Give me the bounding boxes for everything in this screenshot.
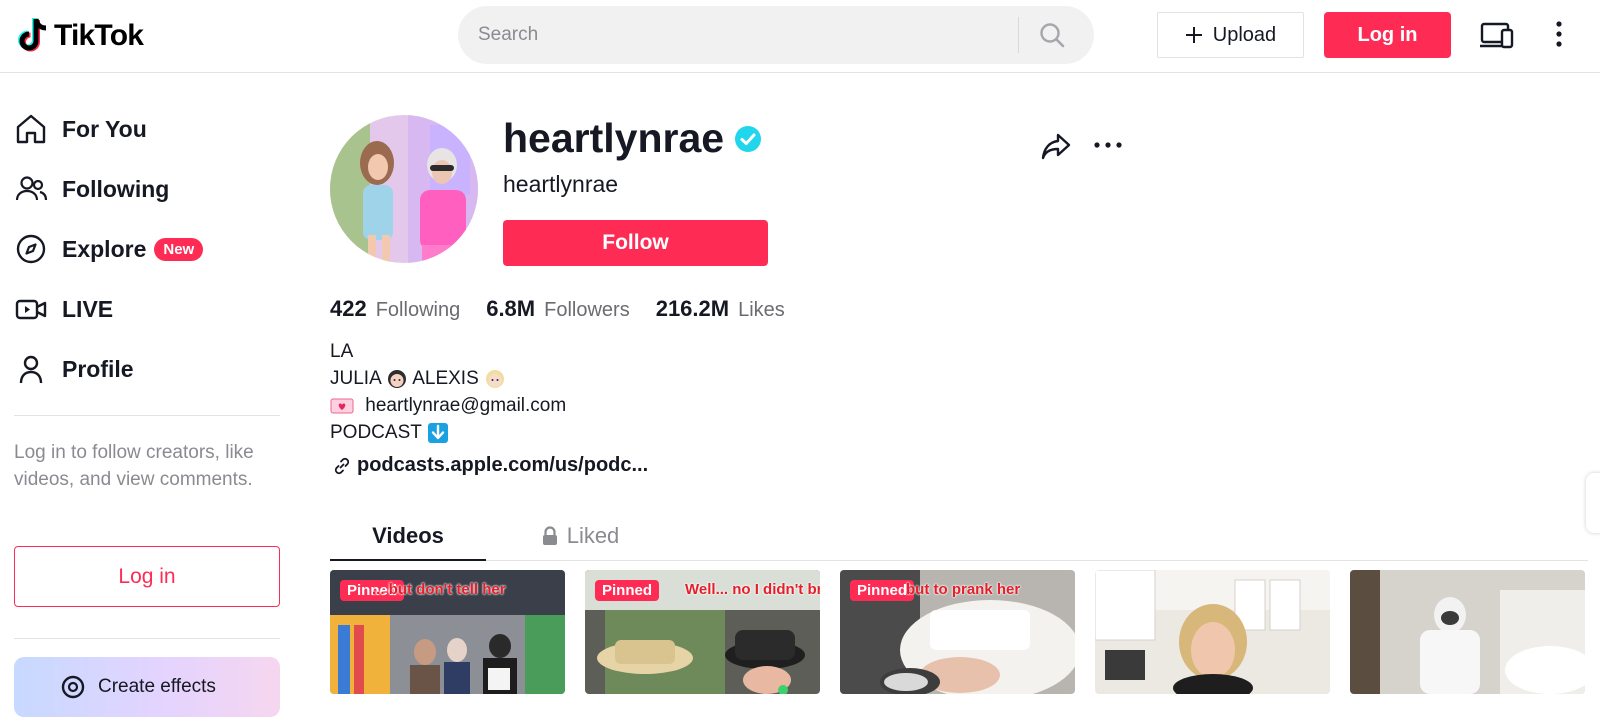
profile-subtitle: heartlynrae bbox=[503, 171, 619, 197]
search-bar bbox=[458, 6, 1094, 64]
sidebar-item-label: Profile bbox=[62, 355, 134, 382]
profile-stats: 422 Following 6.8M Followers 216.2M Like… bbox=[330, 296, 785, 322]
girl-emoji-icon bbox=[387, 369, 406, 388]
bio-line: LA bbox=[330, 341, 354, 362]
profile-link[interactable]: podcasts.apple.com/us/podc... bbox=[333, 454, 648, 477]
tab-label: Videos bbox=[372, 523, 444, 548]
video-thumbnail[interactable]: Pinned ... but don't tell her bbox=[330, 570, 565, 694]
get-app-icon[interactable] bbox=[1480, 20, 1514, 50]
plus-icon bbox=[1185, 27, 1202, 43]
bio-line: heartlynrae@gmail.com bbox=[330, 392, 566, 419]
stat-likes: 216.2M Likes bbox=[656, 296, 785, 322]
video-thumbnail[interactable] bbox=[1350, 570, 1585, 694]
stat-value: 6.8M bbox=[486, 296, 536, 321]
stat-following[interactable]: 422 Following bbox=[330, 296, 460, 322]
stat-label: Following bbox=[375, 299, 461, 321]
sidebar-item-label: Explore bbox=[62, 235, 147, 262]
header-login-button[interactable]: Log in bbox=[1324, 12, 1451, 58]
tiktok-logo[interactable]: TikTok bbox=[16, 16, 144, 56]
sidebar-item-for-you[interactable]: For You bbox=[14, 105, 147, 153]
verified-badge-icon bbox=[735, 125, 762, 152]
share-icon[interactable] bbox=[1040, 130, 1072, 162]
new-badge: New bbox=[154, 237, 204, 261]
bio-name-julia: JULIA bbox=[330, 368, 381, 389]
sidebar-login-button[interactable]: Log in bbox=[14, 546, 280, 607]
sidebar-divider bbox=[14, 638, 280, 639]
video-thumbnail[interactable]: Pinned but to prank her bbox=[840, 570, 1075, 694]
sidebar-item-live[interactable]: LIVE bbox=[14, 285, 113, 333]
love-letter-icon bbox=[330, 398, 354, 414]
create-effects-card[interactable]: Create effects bbox=[14, 657, 280, 717]
profile-username: heartlynrae bbox=[503, 115, 762, 162]
tab-videos[interactable]: Videos bbox=[330, 511, 486, 561]
search-icon bbox=[1040, 23, 1065, 48]
profile-avatar bbox=[330, 115, 478, 263]
live-video-icon bbox=[15, 299, 47, 320]
sidebar-item-label: Following bbox=[62, 175, 170, 202]
video-caption-overlay: Well... no I didn't bro bbox=[685, 581, 820, 598]
top-header: TikTok Upload Log in bbox=[0, 0, 1600, 73]
sidebar-item-profile[interactable]: Profile bbox=[14, 345, 134, 393]
stat-value: 216.2M bbox=[655, 296, 730, 321]
video-caption-overlay: but to prank her bbox=[906, 581, 1021, 598]
more-options-icon[interactable] bbox=[1555, 20, 1563, 48]
compass-icon bbox=[16, 234, 46, 264]
stat-value: 422 bbox=[330, 296, 367, 321]
search-input[interactable] bbox=[458, 6, 1018, 64]
person-icon bbox=[19, 355, 43, 384]
video-thumbnail[interactable]: Pinned Well... no I didn't bro bbox=[585, 570, 820, 694]
link-icon bbox=[334, 457, 350, 474]
effects-icon bbox=[61, 675, 85, 699]
bio-podcast: PODCAST bbox=[330, 422, 422, 443]
sidebar-item-label: For You bbox=[62, 115, 147, 142]
pinned-badge: Pinned bbox=[595, 580, 660, 601]
bio-email: heartlynrae@gmail.com bbox=[365, 395, 567, 416]
tab-liked[interactable]: Liked bbox=[510, 511, 650, 561]
upload-button[interactable]: Upload bbox=[1157, 12, 1304, 58]
tiktok-note-icon bbox=[18, 18, 47, 52]
logo-text: TikTok bbox=[54, 19, 144, 52]
sidebar: For You Following Explore New LIVE Profi… bbox=[0, 73, 296, 717]
lock-icon bbox=[542, 526, 557, 545]
stat-label: Likes bbox=[738, 299, 785, 321]
bio-name-alexis: ALEXIS bbox=[412, 368, 479, 389]
follow-button[interactable]: Follow bbox=[503, 220, 768, 266]
home-icon bbox=[16, 114, 46, 144]
sidebar-item-explore[interactable]: Explore New bbox=[14, 225, 204, 273]
username-text: heartlynrae bbox=[503, 115, 725, 161]
active-tab-indicator bbox=[330, 559, 486, 561]
pinned-badge: Pinned bbox=[850, 580, 915, 601]
bio-line: PODCAST bbox=[330, 419, 566, 446]
video-caption-overlay: ... but don't tell her bbox=[372, 581, 506, 598]
sidebar-item-following[interactable]: Following bbox=[14, 165, 169, 213]
stat-followers[interactable]: 6.8M Followers bbox=[486, 296, 630, 322]
profile-bio: LA JULIA ALEXIS heartlynrae@gmail.com PO… bbox=[330, 338, 566, 446]
login-hint-text: Log in to follow creators, like videos, … bbox=[14, 442, 254, 490]
video-thumbnail[interactable] bbox=[1095, 570, 1330, 694]
sidebar-item-label: LIVE bbox=[62, 295, 114, 322]
sidebar-divider bbox=[14, 415, 280, 416]
stat-label: Followers bbox=[544, 299, 630, 321]
blonde-emoji-icon bbox=[486, 369, 505, 388]
upload-label: Upload bbox=[1212, 23, 1277, 46]
profile-more-icon[interactable] bbox=[1093, 130, 1123, 160]
side-panel-handle[interactable] bbox=[1586, 473, 1600, 533]
profile-tabs: Videos Liked bbox=[330, 511, 1588, 561]
bio-line: JULIA ALEXIS bbox=[330, 365, 566, 392]
users-icon bbox=[15, 176, 48, 201]
create-effects-label: Create effects bbox=[98, 676, 216, 697]
profile-link-text: podcasts.apple.com/us/podc... bbox=[357, 454, 649, 476]
tab-label: Liked bbox=[566, 523, 620, 548]
search-button[interactable] bbox=[1019, 6, 1085, 64]
down-arrow-icon bbox=[427, 422, 448, 443]
